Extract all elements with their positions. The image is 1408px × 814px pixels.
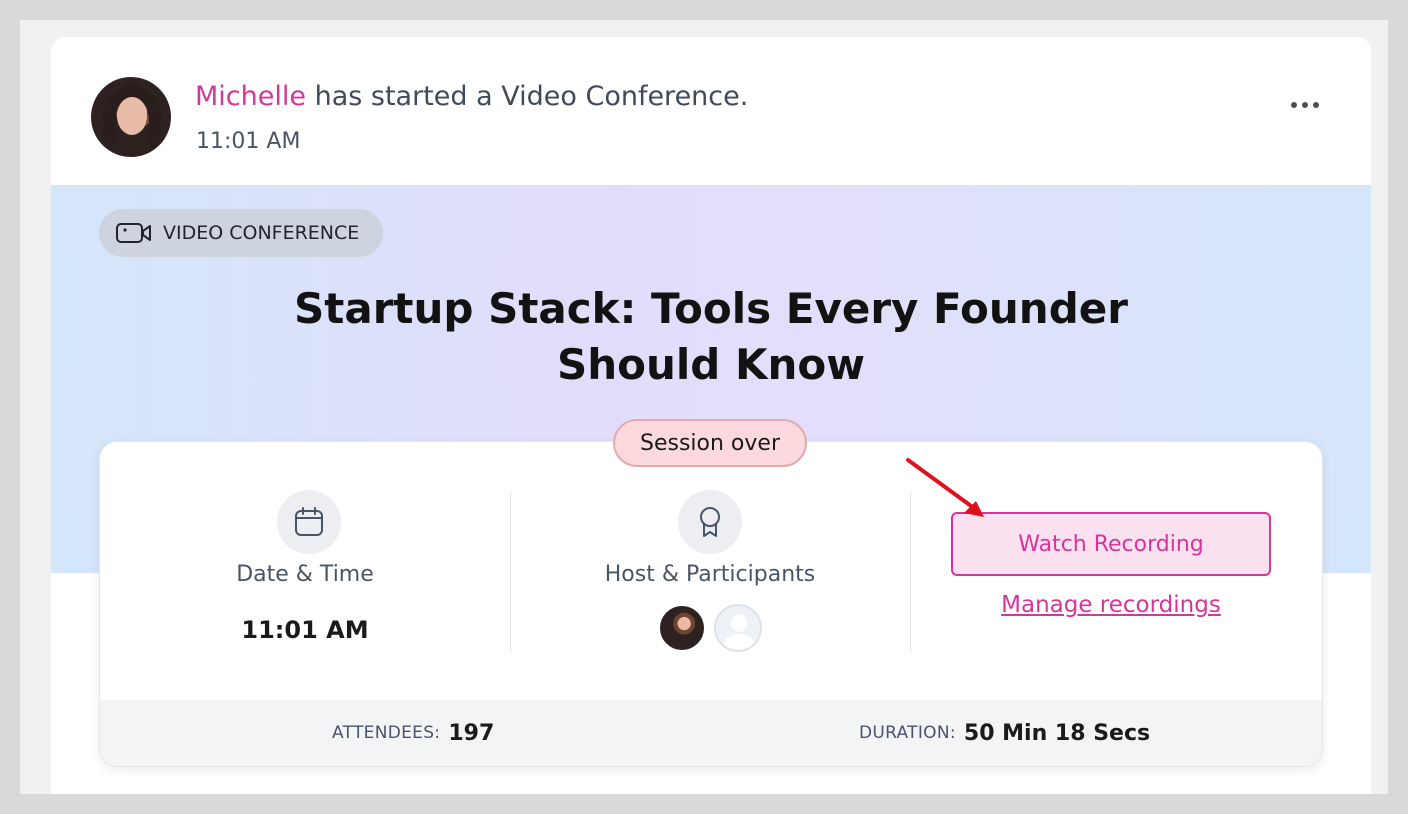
date-time-column: Date & Time 11:01 AM	[100, 442, 510, 700]
post-action-text: has started a Video Conference.	[314, 81, 749, 112]
more-horizontal-icon[interactable]	[1287, 99, 1323, 111]
post-headline: Michelle has started a Video Conference.	[195, 81, 748, 112]
post-card: Michelle has started a Video Conference.…	[51, 37, 1371, 794]
post-header: Michelle has started a Video Conference.…	[51, 37, 1371, 185]
author-avatar[interactable]	[91, 77, 171, 157]
attendees-value: 197	[448, 720, 495, 746]
conference-title: Startup Stack: Tools Every Founder Shoul…	[294, 284, 1128, 389]
attendees-stat: ATTENDEES: 197	[332, 700, 494, 766]
video-camera-icon	[115, 221, 153, 245]
date-time-value: 11:01 AM	[241, 616, 369, 644]
date-time-label: Date & Time	[236, 562, 374, 587]
chip-label: VIDEO CONFERENCE	[163, 222, 360, 244]
conference-type-chip: VIDEO CONFERENCE	[99, 209, 384, 257]
session-status-badge: Session over	[613, 419, 807, 467]
participant-placeholder-avatar[interactable]	[714, 604, 762, 652]
session-stats-bar: ATTENDEES: 197 DURATION: 50 Min 18 Secs	[100, 700, 1322, 766]
manage-recordings-link[interactable]: Manage recordings	[951, 592, 1271, 618]
duration-value: 50 Min 18 Secs	[963, 720, 1151, 746]
session-info-panel: Date & Time 11:01 AM Host & Participants	[99, 441, 1323, 767]
post-timestamp: 11:01 AM	[196, 129, 301, 154]
participant-avatars	[510, 604, 910, 652]
author-name[interactable]: Michelle	[195, 81, 306, 112]
host-participants-column: Host & Participants	[510, 442, 910, 700]
host-participants-label: Host & Participants	[604, 562, 816, 587]
award-icon	[678, 490, 742, 554]
duration-label: DURATION:	[859, 723, 956, 743]
attendees-label: ATTENDEES:	[332, 723, 441, 743]
annotation-arrow-icon	[906, 458, 984, 517]
page-frame: Michelle has started a Video Conference.…	[20, 20, 1388, 794]
duration-stat: DURATION: 50 Min 18 Secs	[859, 700, 1150, 766]
calendar-icon	[277, 490, 341, 554]
host-avatar[interactable]	[658, 604, 706, 652]
